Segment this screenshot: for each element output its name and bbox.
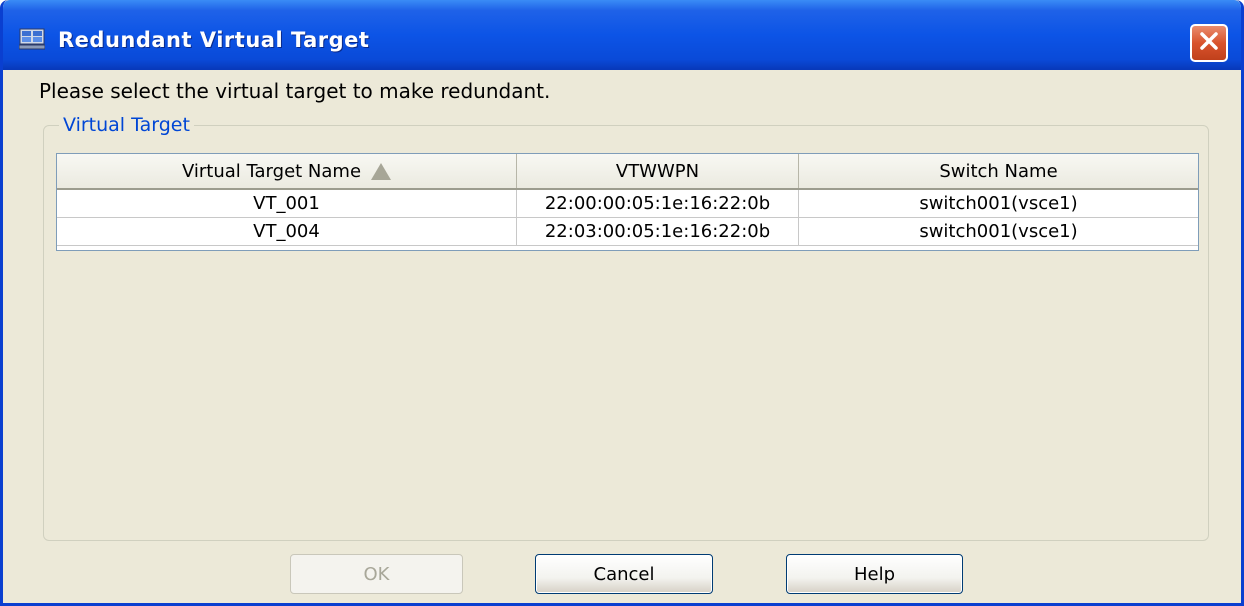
- column-header-label: Virtual Target Name: [181, 160, 362, 182]
- cell-virtual-target-name: VT_001: [57, 190, 517, 217]
- dialog-window: Redundant Virtual Target Please select t…: [0, 0, 1244, 606]
- column-header-label: VTWWPN: [615, 160, 700, 182]
- close-icon: [1198, 30, 1220, 56]
- ok-button[interactable]: OK: [290, 554, 463, 594]
- group-label: Virtual Target: [59, 114, 194, 136]
- cell-vtwwpn: 22:03:00:05:1e:16:22:0b: [517, 218, 799, 245]
- help-button[interactable]: Help: [786, 554, 963, 594]
- column-header-switch-name[interactable]: Switch Name: [799, 154, 1198, 188]
- cell-vtwwpn: 22:00:00:05:1e:16:22:0b: [517, 190, 799, 217]
- virtual-target-app-icon: [18, 28, 46, 50]
- window-title: Redundant Virtual Target: [58, 28, 370, 52]
- cell-switch-name: switch001(vsce1): [919, 221, 1078, 242]
- cancel-button[interactable]: Cancel: [535, 554, 713, 594]
- sort-ascending-icon: [371, 162, 392, 180]
- instruction-text: Please select the virtual target to make…: [39, 79, 551, 103]
- close-button[interactable]: [1190, 24, 1228, 62]
- cell-switch-name: switch001(vsce1): [919, 193, 1078, 214]
- column-header-virtual-target-name[interactable]: Virtual Target Name: [57, 154, 517, 188]
- column-header-label: Switch Name: [939, 160, 1058, 182]
- table-row[interactable]: VT_004 22:03:00:05:1e:16:22:0b switch001…: [57, 218, 1198, 246]
- table-header: Virtual Target Name VTWWPN Switch Name: [57, 154, 1198, 190]
- column-header-vtwwpn[interactable]: VTWWPN: [517, 154, 799, 188]
- cell-virtual-target-name: VT_004: [57, 218, 517, 245]
- table-row[interactable]: VT_001 22:00:00:05:1e:16:22:0b switch001…: [57, 190, 1198, 218]
- title-bar[interactable]: Redundant Virtual Target: [3, 0, 1241, 70]
- virtual-target-table[interactable]: Virtual Target Name VTWWPN Switch Name V…: [56, 153, 1199, 251]
